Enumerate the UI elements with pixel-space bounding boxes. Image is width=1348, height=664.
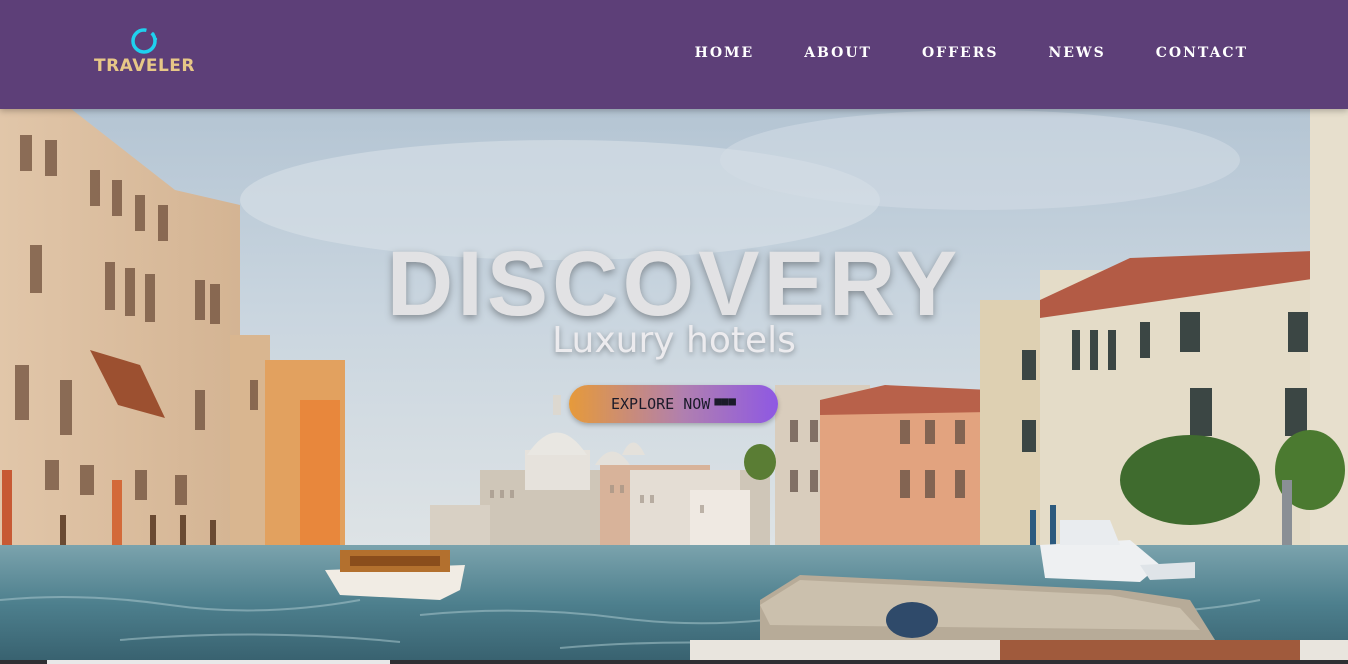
top-navbar: TRAVELER HOME ABOUT OFFERS NEWS CONTACT bbox=[0, 0, 1348, 109]
hero-subtitle: Luxury hotels bbox=[552, 320, 796, 361]
nav-news[interactable]: NEWS bbox=[1048, 45, 1105, 61]
nav-offers[interactable]: OFFERS bbox=[922, 45, 999, 61]
dots-icon: ■■■ bbox=[714, 394, 737, 408]
ring-icon bbox=[131, 28, 158, 54]
nav-home[interactable]: HOME bbox=[695, 45, 755, 61]
brand-logo[interactable]: TRAVELER bbox=[92, 26, 202, 78]
scroll-thumb[interactable] bbox=[47, 660, 390, 664]
scroll-indicator[interactable] bbox=[0, 660, 1348, 664]
brand-name: TRAVELER bbox=[94, 56, 195, 76]
main-navigation: HOME ABOUT OFFERS NEWS CONTACT bbox=[695, 45, 1248, 61]
explore-now-label: EXPLORE NOW bbox=[610, 395, 711, 413]
nav-contact[interactable]: CONTACT bbox=[1156, 45, 1248, 61]
explore-now-button[interactable]: EXPLORE NOW ■■■ bbox=[569, 385, 778, 423]
nav-about[interactable]: ABOUT bbox=[804, 45, 872, 61]
